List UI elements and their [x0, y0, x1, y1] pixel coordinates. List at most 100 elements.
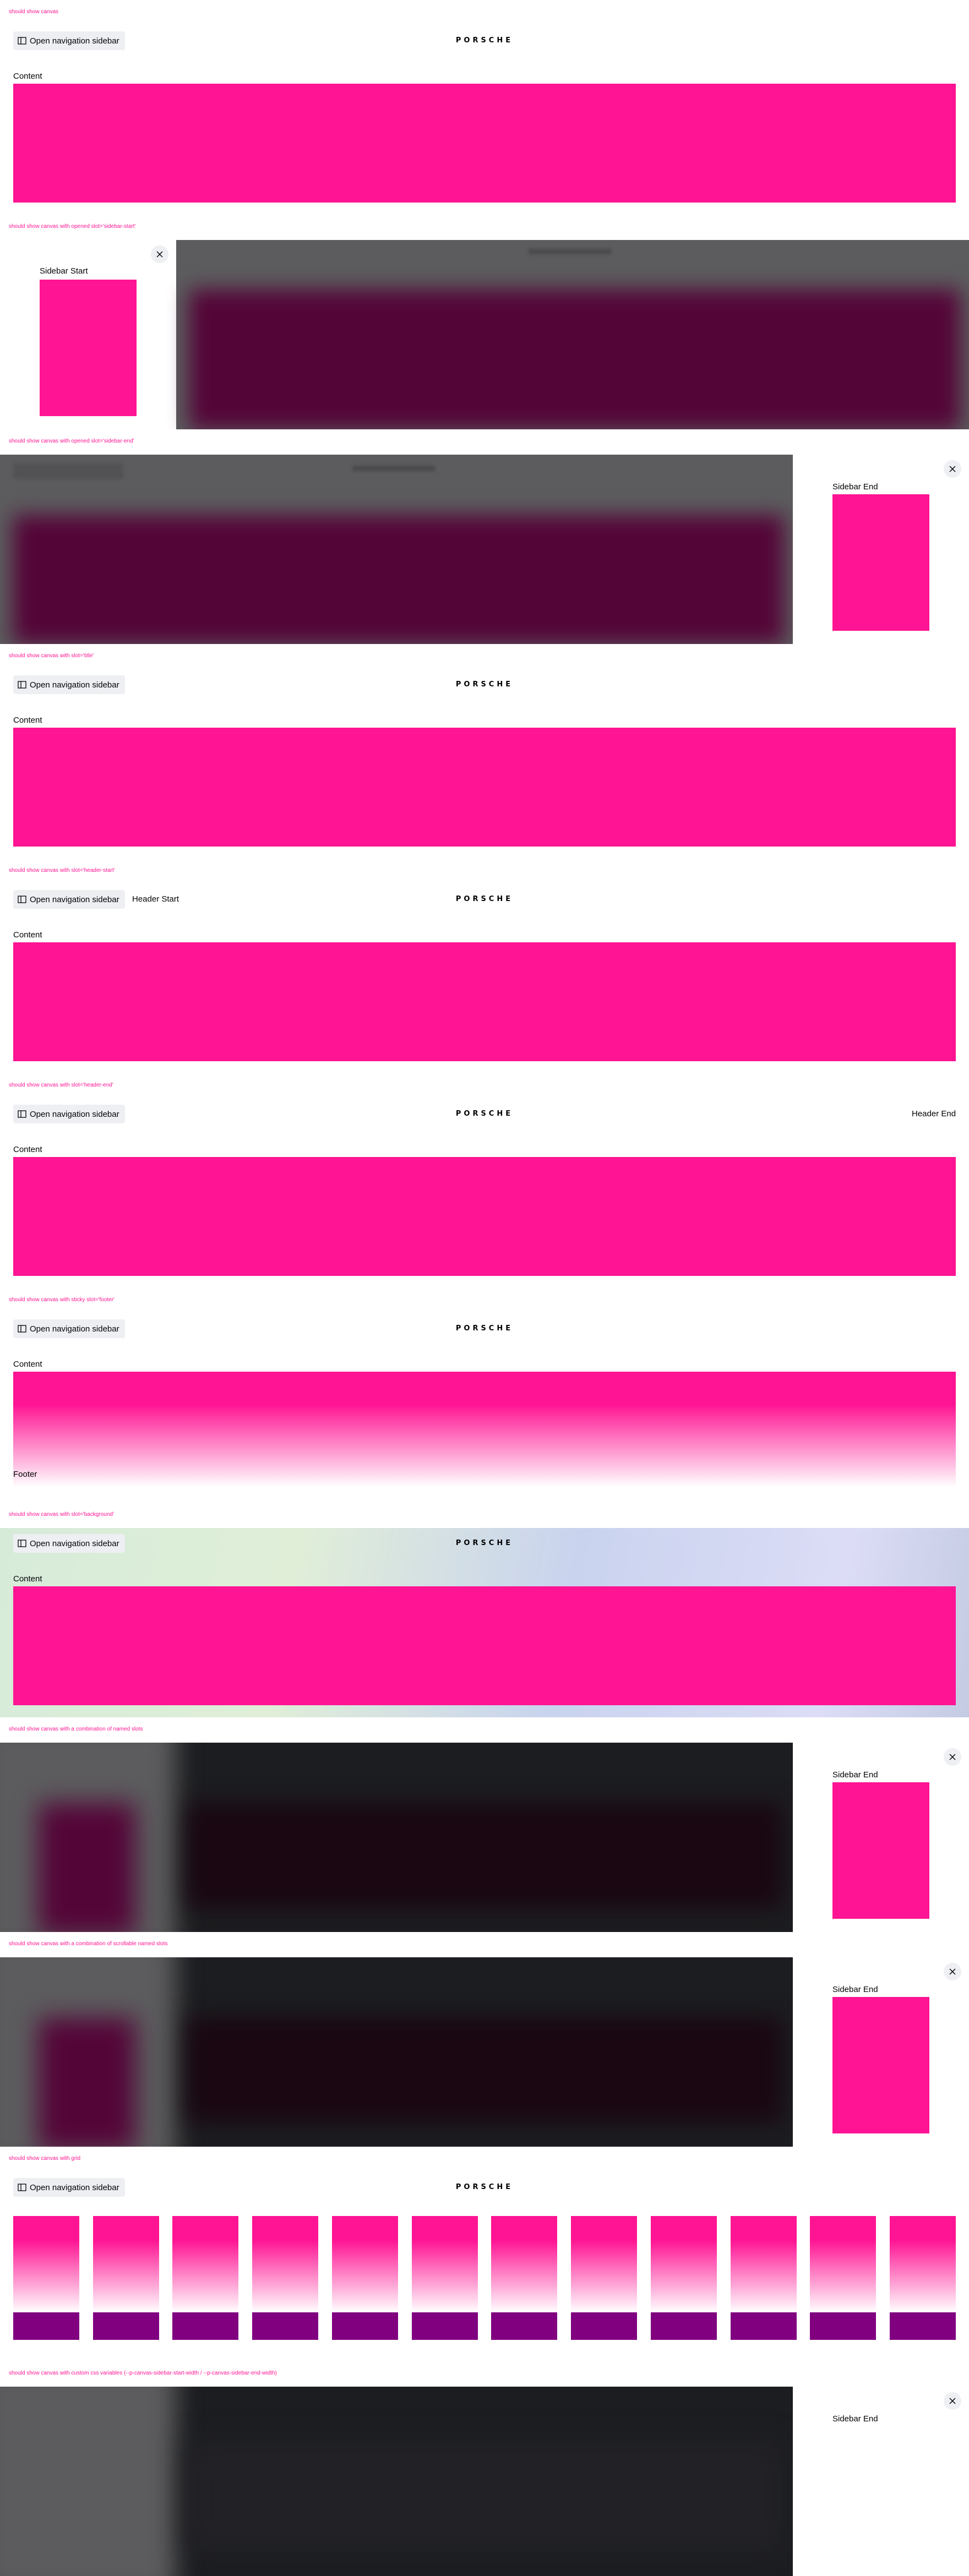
- content-block: [13, 1157, 956, 1276]
- grid-cell-top: [651, 2216, 717, 2312]
- canvas-frame: Sidebar Start: [0, 240, 969, 429]
- example-heading: should show canvas with a combination of…: [9, 1941, 168, 1947]
- porsche-crest[interactable]: PORSCHE: [443, 2184, 526, 2191]
- porsche-crest[interactable]: PORSCHE: [443, 1110, 526, 1118]
- nav-button-label: Open navigation sidebar: [30, 680, 119, 690]
- sidebar-end-label: Sidebar End: [832, 2414, 878, 2424]
- open-navigation-sidebar-button[interactable]: Open navigation sidebar: [13, 1534, 125, 1553]
- open-navigation-sidebar-button[interactable]: Open navigation sidebar: [13, 31, 125, 50]
- main-backdrop[interactable]: [176, 240, 969, 429]
- content-block: [13, 728, 956, 847]
- sidebar-start-content: [40, 280, 137, 416]
- nav-button-label: Open navigation sidebar: [30, 1324, 119, 1334]
- grid-cell: [571, 2216, 637, 2340]
- grid-cell-bottom: [571, 2312, 637, 2340]
- close-sidebar-button[interactable]: [151, 245, 168, 263]
- grid-cell-top: [810, 2216, 876, 2312]
- sidebar-end-label: Sidebar End: [832, 1770, 878, 1780]
- grid-cell: [491, 2216, 557, 2340]
- content-label: Content: [13, 1574, 42, 1584]
- sidebar-end-content: [832, 1997, 929, 2133]
- grid-cell-bottom: [13, 2312, 79, 2340]
- grid-cell: [810, 2216, 876, 2340]
- grid-cell-top: [491, 2216, 557, 2312]
- close-sidebar-button[interactable]: [944, 1748, 961, 1766]
- porsche-crest[interactable]: PORSCHE: [443, 1325, 526, 1333]
- sidebar-end-content: [832, 1782, 929, 1919]
- open-navigation-sidebar-button[interactable]: Open navigation sidebar: [13, 675, 125, 694]
- grid-cell-bottom: [172, 2312, 238, 2340]
- porsche-crest[interactable]: PORSCHE: [443, 1540, 526, 1547]
- example-heading: should show canvas with slot='header-sta…: [9, 867, 115, 874]
- content-label: Content: [13, 72, 42, 81]
- grid-cell-bottom: [491, 2312, 557, 2340]
- open-navigation-sidebar-button[interactable]: Open navigation sidebar: [13, 1319, 125, 1338]
- sidebar-icon: [18, 1540, 26, 1547]
- close-icon: [156, 251, 163, 258]
- example-sidebar-end: should show canvas with opened slot='sid…: [0, 429, 969, 644]
- content-label: Content: [13, 930, 42, 940]
- blurred-sidebar-start: [0, 2387, 176, 2576]
- sidebar-icon: [18, 1110, 26, 1118]
- nav-button-label: Open navigation sidebar: [30, 1538, 119, 1548]
- grid-cell: [172, 2216, 238, 2340]
- example-heading: should show canvas with grid: [9, 2155, 81, 2162]
- canvas-frame: Sidebar End: [0, 455, 969, 644]
- close-sidebar-button[interactable]: [944, 1963, 961, 1980]
- blurred-content: [187, 2018, 782, 2122]
- sidebar-icon: [18, 37, 26, 45]
- example-title: should show canvas with slot='title' Ope…: [0, 644, 969, 859]
- example-scrollable-combination: should show canvas with a combination of…: [0, 1932, 969, 2147]
- nav-button-label: Open navigation sidebar: [30, 36, 119, 46]
- grid-cell: [731, 2216, 797, 2340]
- close-sidebar-button[interactable]: [944, 2392, 961, 2410]
- grid-cell-top: [13, 2216, 79, 2312]
- main-backdrop[interactable]: [0, 1743, 793, 1932]
- main-backdrop[interactable]: [0, 1957, 793, 2147]
- nav-button-label: Open navigation sidebar: [30, 1109, 119, 1119]
- blurred-button: [13, 463, 123, 479]
- porsche-crest[interactable]: PORSCHE: [443, 896, 526, 903]
- grid-cell-top: [412, 2216, 478, 2312]
- grid-cell-top: [93, 2216, 159, 2312]
- canvas-frame: Sidebar End: [0, 1743, 969, 1932]
- grid-cell-top: [731, 2216, 797, 2312]
- main-backdrop[interactable]: [0, 2387, 793, 2576]
- sidebar-start-label: Sidebar Start: [40, 266, 88, 276]
- example-heading: should show canvas with sticky slot='foo…: [9, 1297, 115, 1303]
- canvas-frame: Open navigation sidebar PORSCHE Content: [0, 1528, 969, 1717]
- content-label: Content: [13, 1360, 42, 1369]
- porsche-crest[interactable]: PORSCHE: [443, 681, 526, 689]
- open-navigation-sidebar-button[interactable]: Open navigation sidebar: [13, 2178, 125, 2197]
- example-heading: should show canvas with slot='background…: [9, 1511, 114, 1518]
- example-sidebar-start: should show canvas with opened slot='sid…: [0, 215, 969, 429]
- main-backdrop[interactable]: [0, 455, 793, 644]
- example-heading: should show canvas: [9, 9, 59, 15]
- canvas-frame: Open navigation sidebar PORSCHE Content …: [0, 1312, 969, 1503]
- sidebar-start: Sidebar Start: [0, 240, 176, 429]
- close-icon: [949, 1754, 956, 1760]
- example-header-start: should show canvas with slot='header-sta…: [0, 859, 969, 1073]
- close-sidebar-button[interactable]: [944, 460, 961, 478]
- canvas-frame: Open navigation sidebar Header Start POR…: [0, 883, 969, 1073]
- example-heading: should show canvas with slot='header-end…: [9, 1082, 113, 1088]
- grid-cell-bottom: [332, 2312, 398, 2340]
- blurred-sidebar-start-content: [39, 2018, 135, 2147]
- header-end-label: Header End: [912, 1109, 956, 1118]
- example-footer: should show canvas with sticky slot='foo…: [0, 1288, 969, 1503]
- canvas-frame: Open navigation sidebar PORSCHE: [0, 2171, 969, 2361]
- grid-cell-bottom: [252, 2312, 318, 2340]
- sidebar-icon: [18, 681, 26, 689]
- grid-cell: [412, 2216, 478, 2340]
- porsche-crest[interactable]: PORSCHE: [443, 37, 526, 45]
- canvas-frame: Sidebar End: [0, 1957, 969, 2147]
- sidebar-icon: [18, 1325, 26, 1333]
- blurred-content: [187, 1803, 782, 1908]
- grid-cell: [93, 2216, 159, 2340]
- sidebar-icon: [18, 2184, 26, 2191]
- sidebar-end: Sidebar End: [793, 455, 969, 644]
- open-navigation-sidebar-button[interactable]: Open navigation sidebar: [13, 890, 125, 909]
- example-header-end: should show canvas with slot='header-end…: [0, 1073, 969, 1288]
- open-navigation-sidebar-button[interactable]: Open navigation sidebar: [13, 1105, 125, 1123]
- grid-cell: [13, 2216, 79, 2340]
